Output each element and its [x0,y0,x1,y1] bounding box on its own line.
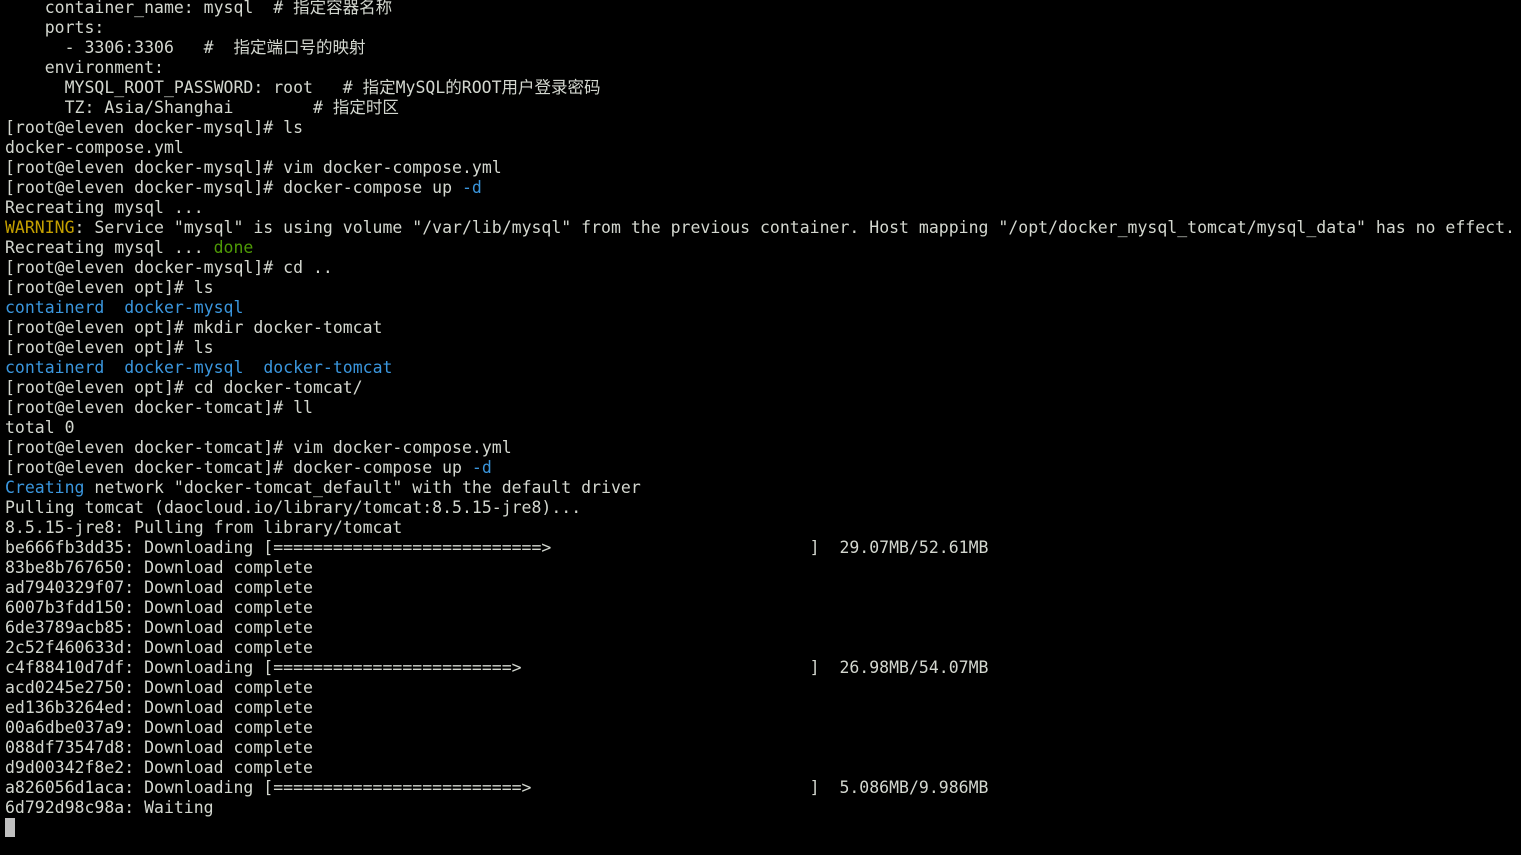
terminal-line: [root@eleven docker-tomcat]# vim docker-… [5,438,1521,458]
terminal-line: 088df73547d8: Download complete [5,738,1521,758]
terminal-line: Recreating mysql ... [5,198,1521,218]
terminal-line: 8.5.15-jre8: Pulling from library/tomcat [5,518,1521,538]
terminal-text: TZ: Asia/Shanghai # 指定时区 [5,98,399,117]
terminal-text-yellow: WARNING [5,218,75,237]
terminal-text: 00a6dbe037a9: Download complete [5,718,313,737]
terminal-window[interactable]: container_name: mysql # 指定容器名称 ports: - … [0,0,1521,855]
terminal-text: [root@eleven opt]# mkdir docker-tomcat [5,318,383,337]
terminal-text: total 0 [5,418,75,437]
terminal-line: environment: [5,58,1521,78]
terminal-text: network "docker-tomcat_default" with the… [84,478,641,497]
terminal-line: [root@eleven opt]# ls [5,278,1521,298]
terminal-line: 6de3789acb85: Download complete [5,618,1521,638]
terminal-text-cyan: docker-mysql [124,358,244,377]
terminal-text: container_name: mysql # 指定容器名称 [5,0,393,17]
terminal-output: container_name: mysql # 指定容器名称 ports: - … [5,0,1521,818]
terminal-cursor [5,818,15,837]
terminal-line: - 3306:3306 # 指定端口号的映射 [5,38,1521,58]
terminal-text: 8.5.15-jre8: Pulling from library/tomcat [5,518,403,537]
terminal-text: 6de3789acb85: Download complete [5,618,313,637]
terminal-text: 6d792d98c98a: Waiting [5,798,214,817]
terminal-line: docker-compose.yml [5,138,1521,158]
terminal-text: 2c52f460633d: Download complete [5,638,313,657]
terminal-text: 6007b3fdd150: Download complete [5,598,313,617]
terminal-line: WARNING: Service "mysql" is using volume… [5,218,1521,238]
terminal-line: d9d00342f8e2: Download complete [5,758,1521,778]
terminal-text: [root@eleven docker-tomcat]# ll [5,398,313,417]
terminal-text: Recreating mysql ... [5,238,214,257]
terminal-line: [root@eleven docker-mysql]# vim docker-c… [5,158,1521,178]
terminal-line: Creating network "docker-tomcat_default"… [5,478,1521,498]
terminal-line: [root@eleven opt]# cd docker-tomcat/ [5,378,1521,398]
terminal-text: c4f88410d7df: Downloading [=============… [5,658,989,677]
terminal-text-cyan: -d [471,458,492,477]
terminal-line: 83be8b767650: Download complete [5,558,1521,578]
terminal-text: ports: [5,18,105,37]
terminal-text: [root@eleven docker-mysql]# ls [5,118,304,137]
terminal-text-cyan: Creating [5,478,85,497]
terminal-text: Recreating mysql ... [5,198,204,217]
terminal-text: ad7940329f07: Download complete [5,578,313,597]
terminal-line: [root@eleven opt]# ls [5,338,1521,358]
terminal-text-cyan: docker-mysql [124,298,244,317]
terminal-text-cyan: containerd [5,298,105,317]
terminal-line: total 0 [5,418,1521,438]
terminal-text: a826056d1aca: Downloading [=============… [5,778,989,797]
terminal-text-cyan: docker-tomcat [263,358,393,377]
terminal-line: ad7940329f07: Download complete [5,578,1521,598]
terminal-line: 2c52f460633d: Download complete [5,638,1521,658]
terminal-text: ed136b3264ed: Download complete [5,698,313,717]
terminal-line: c4f88410d7df: Downloading [=============… [5,658,1521,678]
terminal-text: Pulling tomcat (daocloud.io/library/tomc… [5,498,582,517]
terminal-text: [root@eleven opt]# cd docker-tomcat/ [5,378,363,397]
terminal-line: [root@eleven docker-mysql]# cd .. [5,258,1521,278]
terminal-line: [root@eleven docker-mysql]# docker-compo… [5,178,1521,198]
terminal-text: [root@eleven docker-tomcat]# vim docker-… [5,438,512,457]
terminal-text: : Service "mysql" is using volume "/var/… [74,218,1515,237]
terminal-text: 088df73547d8: Download complete [5,738,313,757]
terminal-text: - 3306:3306 # 指定端口号的映射 [5,38,366,57]
terminal-line: 6d792d98c98a: Waiting [5,798,1521,818]
terminal-line: 00a6dbe037a9: Download complete [5,718,1521,738]
terminal-text-cyan: containerd [5,358,105,377]
terminal-line: [root@eleven docker-mysql]# ls [5,118,1521,138]
terminal-text: [root@eleven docker-mysql]# docker-compo… [5,178,462,197]
terminal-line: acd0245e2750: Download complete [5,678,1521,698]
terminal-line: ports: [5,18,1521,38]
terminal-text: acd0245e2750: Download complete [5,678,313,697]
terminal-text: [root@eleven opt]# ls [5,338,214,357]
terminal-text: [root@eleven opt]# ls [5,278,214,297]
terminal-text: MYSQL_ROOT_PASSWORD: root # 指定MySQL的ROOT… [5,78,601,97]
terminal-line: ed136b3264ed: Download complete [5,698,1521,718]
terminal-text: environment: [5,58,164,77]
terminal-text: [root@eleven docker-mysql]# vim docker-c… [5,158,502,177]
terminal-line: Pulling tomcat (daocloud.io/library/tomc… [5,498,1521,518]
terminal-text: 83be8b767650: Download complete [5,558,313,577]
terminal-line: [root@eleven docker-tomcat]# docker-comp… [5,458,1521,478]
terminal-line: Recreating mysql ... done [5,238,1521,258]
terminal-text-cyan: -d [461,178,482,197]
terminal-line: [root@eleven docker-tomcat]# ll [5,398,1521,418]
terminal-line: [root@eleven opt]# mkdir docker-tomcat [5,318,1521,338]
terminal-text-green: done [213,238,254,257]
terminal-line: MYSQL_ROOT_PASSWORD: root # 指定MySQL的ROOT… [5,78,1521,98]
terminal-text: docker-compose.yml [5,138,184,157]
terminal-line: be666fb3dd35: Downloading [=============… [5,538,1521,558]
terminal-line: TZ: Asia/Shanghai # 指定时区 [5,98,1521,118]
terminal-text: be666fb3dd35: Downloading [=============… [5,538,989,557]
terminal-line: a826056d1aca: Downloading [=============… [5,778,1521,798]
terminal-line: 6007b3fdd150: Download complete [5,598,1521,618]
terminal-text: [root@eleven docker-mysql]# cd .. [5,258,333,277]
terminal-line: container_name: mysql # 指定容器名称 [5,0,1521,18]
terminal-line: containerd docker-mysql docker-tomcat [5,358,1521,378]
terminal-text: [root@eleven docker-tomcat]# docker-comp… [5,458,472,477]
terminal-line: containerd docker-mysql [5,298,1521,318]
terminal-text: d9d00342f8e2: Download complete [5,758,313,777]
